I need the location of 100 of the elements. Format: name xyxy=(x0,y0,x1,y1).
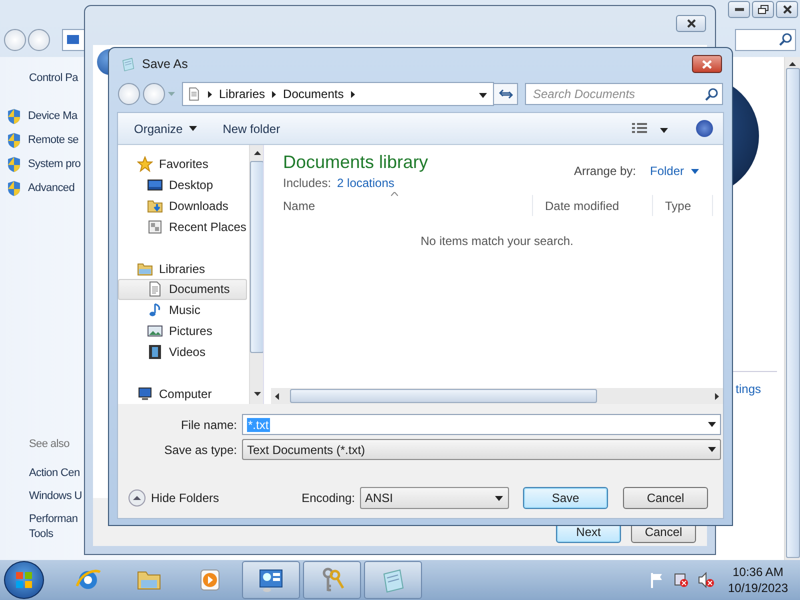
network-error-icon[interactable] xyxy=(672,572,689,588)
see-also-link[interactable]: Action Cen xyxy=(0,466,80,481)
back-button[interactable] xyxy=(4,28,26,50)
scrollbar[interactable] xyxy=(249,145,263,404)
caret-icon xyxy=(495,496,503,500)
nav-item[interactable]: Documents xyxy=(118,279,248,300)
nav-item[interactable]: Pictures xyxy=(118,320,248,342)
column-header[interactable]: Name xyxy=(271,195,533,216)
caret-icon xyxy=(168,92,175,96)
shield-icon xyxy=(6,156,22,172)
back-button[interactable] xyxy=(118,83,140,105)
scrollbar[interactable] xyxy=(271,388,723,404)
nav-link[interactable]: Control Pa xyxy=(0,72,78,84)
restore-button[interactable] xyxy=(752,1,774,18)
close-button[interactable] xyxy=(776,1,798,18)
arrange-dropdown[interactable]: Folder xyxy=(650,164,699,178)
film-icon xyxy=(147,344,163,360)
left-arrow-icon xyxy=(275,392,279,400)
right-arrow-icon xyxy=(715,392,719,400)
hide-folders-button[interactable]: Hide Folders xyxy=(128,489,220,507)
close-icon xyxy=(782,5,792,14)
close-button[interactable] xyxy=(692,55,722,73)
download-folder-icon xyxy=(147,198,163,214)
nav-item[interactable]: Videos xyxy=(118,342,248,362)
windows-flag-icon xyxy=(15,571,33,589)
library-title: Documents library xyxy=(283,152,428,173)
new-folder-button[interactable]: New folder xyxy=(222,122,280,136)
close-icon xyxy=(686,19,696,28)
music-note-icon xyxy=(147,302,163,318)
monitor-icon xyxy=(147,177,163,194)
task-link[interactable]: System pro xyxy=(28,158,81,170)
settings-link[interactable]: tings xyxy=(736,382,761,396)
nav-item[interactable]: Recent Places xyxy=(118,216,248,238)
document-icon xyxy=(147,281,163,298)
nav-item[interactable]: Computer xyxy=(118,383,248,404)
breadcrumb-item[interactable]: Documents xyxy=(283,87,344,101)
chevron-icon xyxy=(350,90,355,98)
computer-icon xyxy=(137,386,153,402)
arrange-label: Arrange by: xyxy=(574,164,636,178)
dialog-button[interactable]: Cancel xyxy=(623,487,708,509)
taskbar-button[interactable] xyxy=(242,561,300,599)
nav-item[interactable]: Downloads xyxy=(118,196,248,217)
task-link[interactable]: Advanced xyxy=(28,182,75,194)
task-link[interactable]: Remote se xyxy=(28,134,78,146)
list-view-icon xyxy=(632,122,648,134)
empty-message: No items match your search. xyxy=(420,234,574,248)
help-button[interactable] xyxy=(696,120,713,137)
shield-icon xyxy=(6,132,22,148)
start-button[interactable] xyxy=(4,561,44,599)
scrollbar-thumb[interactable] xyxy=(290,389,597,403)
breadcrumb-item[interactable]: Libraries xyxy=(219,87,266,101)
see-also-link[interactable]: Windows U xyxy=(0,489,82,504)
dialog-button[interactable]: Save xyxy=(523,487,608,509)
task-link[interactable]: Device Ma xyxy=(28,110,78,122)
includes-label: Includes: xyxy=(283,176,332,190)
see-also-link[interactable]: Performan Tools xyxy=(0,512,78,542)
nav-item[interactable]: Music xyxy=(118,300,248,321)
nav-item[interactable]: Desktop xyxy=(118,174,248,196)
search-field[interactable] xyxy=(735,28,796,50)
nav-item[interactable]: Favorites xyxy=(118,154,248,175)
caret-icon xyxy=(708,447,716,452)
organize-button[interactable]: Organize xyxy=(134,122,197,136)
field-label: File name: xyxy=(180,418,237,432)
nav-item[interactable]: Libraries xyxy=(118,258,248,280)
chevron-icon xyxy=(272,90,276,98)
clock[interactable]: 10:36 AM 10/19/2023 xyxy=(728,564,788,596)
close-button[interactable] xyxy=(676,15,706,32)
column-header[interactable]: Date modified xyxy=(533,195,653,216)
locations-link[interactable]: 2 locations xyxy=(337,176,394,190)
column-header[interactable]: Type xyxy=(653,195,713,216)
flag-icon[interactable] xyxy=(650,572,664,588)
caret-icon xyxy=(691,168,699,174)
view-button[interactable] xyxy=(632,122,668,136)
notepad-icon xyxy=(120,56,136,72)
speaker-muted-icon[interactable] xyxy=(698,572,715,588)
picture-icon xyxy=(147,323,163,340)
shield-icon xyxy=(6,180,22,196)
refresh-icon xyxy=(498,88,512,100)
search-icon xyxy=(705,88,718,100)
encoding-dropdown[interactable]: ANSI xyxy=(360,487,509,509)
shield-icon xyxy=(6,108,22,124)
down-arrow-icon xyxy=(254,392,261,396)
forward-button[interactable] xyxy=(143,83,165,105)
minimize-button[interactable] xyxy=(728,1,750,18)
document-icon xyxy=(187,86,201,102)
folder-icon xyxy=(137,260,153,277)
up-arrow-icon xyxy=(789,62,796,66)
file-type-dropdown[interactable]: Text Documents (*.txt) xyxy=(242,439,721,460)
scrollbar-thumb[interactable] xyxy=(250,161,263,353)
window-title: Save As xyxy=(142,57,188,71)
field-label: Save as type: xyxy=(163,442,237,456)
close-icon xyxy=(702,60,712,68)
address-bar[interactable]: Libraries Documents xyxy=(182,82,494,106)
refresh-button[interactable] xyxy=(494,83,518,105)
collapse-icon xyxy=(128,489,146,507)
forward-button[interactable] xyxy=(28,28,50,50)
section-heading: See also xyxy=(28,438,70,450)
minimize-icon xyxy=(734,8,744,11)
caret-icon xyxy=(188,126,197,131)
chevron-icon xyxy=(208,90,212,98)
